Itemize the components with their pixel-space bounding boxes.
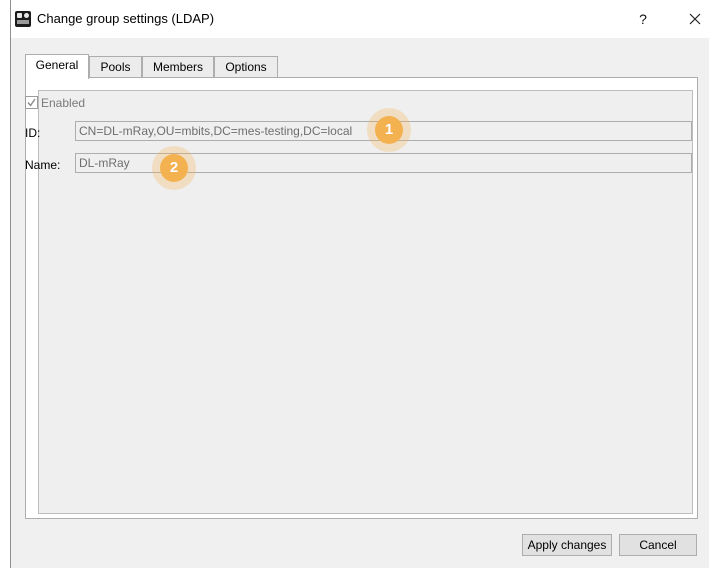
title-bar[interactable]: Change group settings (LDAP) ? — [11, 0, 709, 38]
annotation-marker-1: 1 — [367, 108, 411, 152]
tab-general[interactable]: General — [25, 54, 89, 79]
dialog-window: Change group settings (LDAP) ? General P… — [10, 0, 709, 568]
tab-options[interactable]: Options — [214, 56, 278, 77]
close-icon — [689, 13, 701, 25]
name-label: Name: — [25, 158, 61, 172]
enabled-checkbox-row[interactable]: Enabled — [25, 95, 86, 110]
enabled-label: Enabled — [41, 95, 86, 110]
close-button[interactable] — [683, 9, 707, 29]
window-title: Change group settings (LDAP) — [37, 11, 215, 26]
id-label: ID: — [25, 126, 41, 140]
annotation-marker-2: 2 — [152, 146, 196, 190]
annotation-number-1: 1 — [375, 116, 403, 144]
apply-changes-button[interactable]: Apply changes — [522, 534, 612, 556]
enabled-checkbox[interactable] — [25, 96, 38, 110]
checkmark-icon — [27, 98, 36, 107]
general-tab-panel — [25, 77, 698, 519]
help-button[interactable]: ? — [631, 9, 655, 29]
annotation-number-2: 2 — [160, 154, 188, 182]
app-icon — [15, 11, 31, 27]
cancel-button[interactable]: Cancel — [619, 534, 697, 556]
tab-members[interactable]: Members — [142, 56, 214, 77]
tab-pools[interactable]: Pools — [89, 56, 142, 77]
